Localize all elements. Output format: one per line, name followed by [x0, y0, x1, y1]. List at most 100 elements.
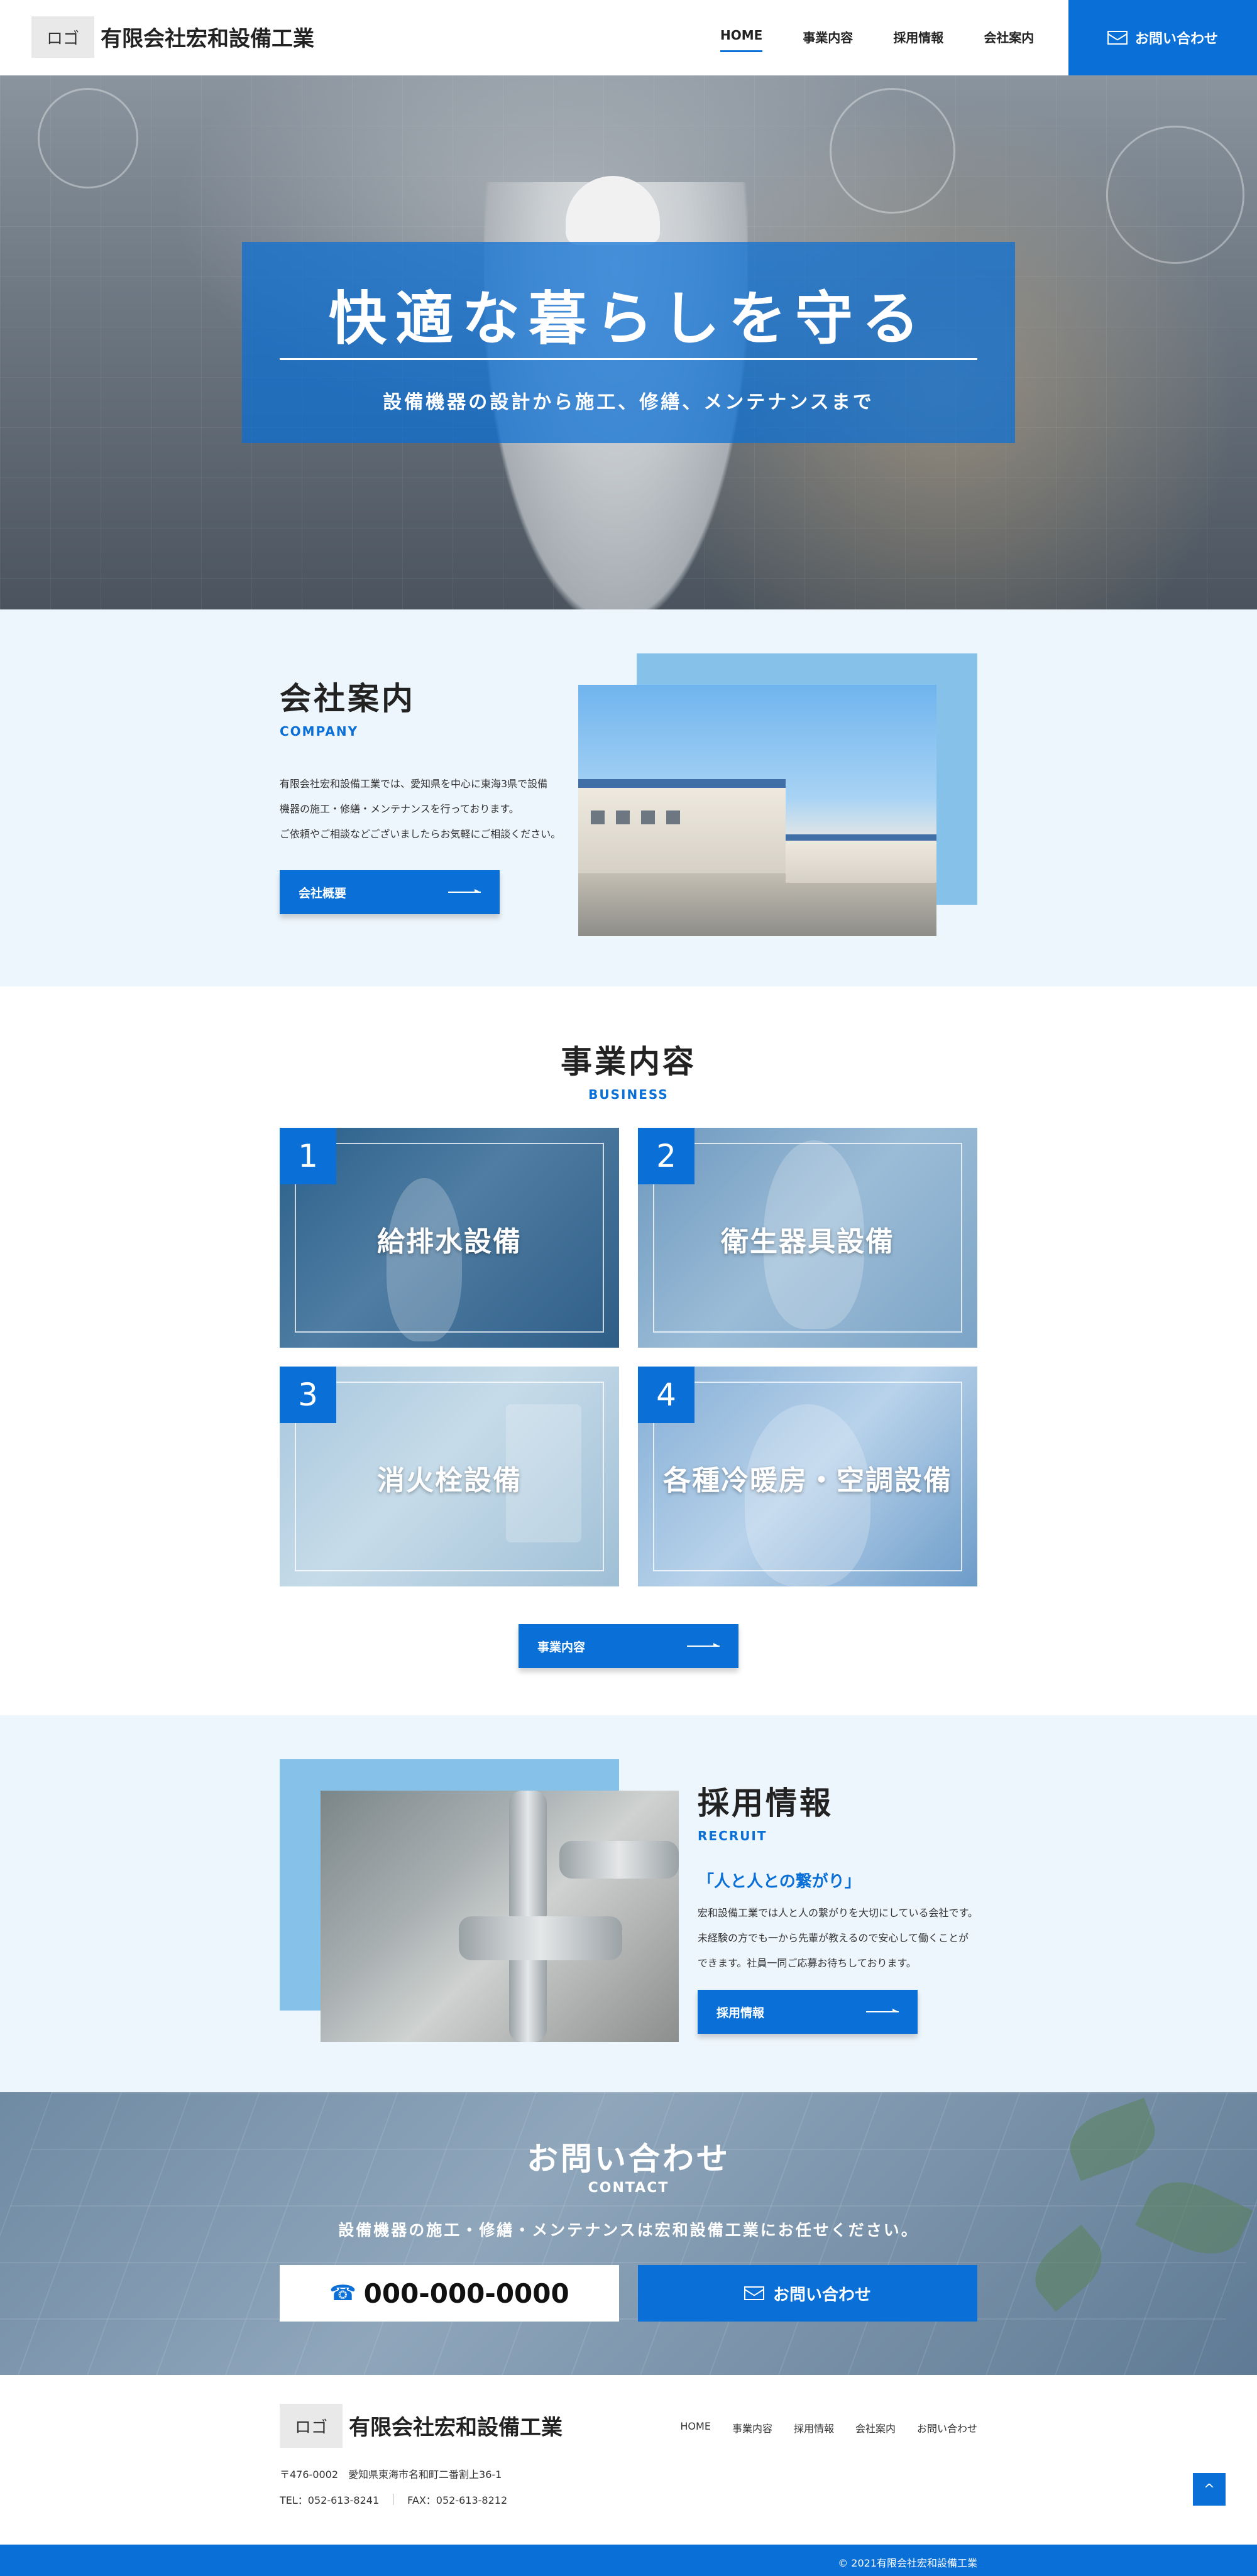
footer-nav-home[interactable]: HOME [680, 2420, 711, 2435]
hero-decor-circle [830, 88, 955, 214]
hero-title: 快適な暮らしを守る [328, 285, 928, 352]
chevron-up-icon: ^ [1203, 2481, 1216, 2497]
business-button-label: 事業内容 [537, 1640, 586, 1654]
card-label: 衛生器具設備 [721, 1226, 894, 1258]
header-contact-button[interactable]: お問い合わせ [1068, 0, 1257, 75]
recruit-text: 採用情報 RECRUIT 「人と人との繋がり」 宏和設備工業では人と人の繋がりを… [698, 1778, 999, 1976]
building-roof [578, 779, 786, 788]
contact-mail-label: お問い合わせ [772, 2285, 871, 2305]
copyright-bar: © 2021有限会社宏和設備工業 [0, 2545, 1257, 2576]
hero-divider [280, 358, 977, 360]
company-title: 会社案内 [280, 680, 415, 717]
pipe-shape [559, 1841, 679, 1879]
recruit-body-line: 宏和設備工業では人と人の繋がりを大切にしている会社です。 [698, 1907, 978, 1919]
card-label: 各種冷暖房・空調設備 [663, 1465, 952, 1497]
nav-item-company[interactable]: 会社案内 [984, 28, 1034, 52]
recruit-body: 宏和設備工業では人と人の繋がりを大切にしている会社です。 未経験の方でも一から先… [698, 1901, 999, 1976]
company-body-line: 有限会社宏和設備工業では、愛知県を中心に東海3県で設備 [280, 778, 548, 790]
building-roof [786, 834, 936, 841]
business-card-air-conditioning[interactable]: 4 各種冷暖房・空調設備 [638, 1367, 977, 1586]
company-overview-button[interactable]: 会社概要 [280, 870, 500, 914]
company-name[interactable]: 有限会社宏和設備工業 [101, 21, 314, 52]
footer-nav-company[interactable]: 会社案内 [855, 2420, 896, 2435]
arrow-right-icon [448, 889, 481, 893]
tel-button[interactable]: ☎ 000-000-0000 [280, 2265, 619, 2322]
footer-address: 〒476-0002 愛知県東海市名和町二番割上36-1 [280, 2469, 502, 2480]
footer-logo[interactable]: ロゴ [280, 2404, 343, 2448]
recruit-pipe-image [321, 1791, 679, 2042]
card-number: 2 [638, 1128, 694, 1184]
copyright-text: © 2021有限会社宏和設備工業 [838, 2557, 977, 2569]
building-window [591, 810, 605, 824]
recruit-body-line: できます。社員一同ご応募お待ちしております。 [698, 1957, 916, 1969]
building-window [666, 810, 680, 824]
logo[interactable]: ロゴ [31, 16, 94, 58]
hero-subtitle: 設備機器の設計から施工、修繕、メンテナンスまで [383, 391, 874, 413]
recruit-section: 採用情報 RECRUIT 「人と人との繋がり」 宏和設備工業では人と人の繋がりを… [0, 1715, 1257, 2092]
contact-section: お問い合わせ CONTACT 設備機器の施工・修繕・メンテナンスは宏和設備工業に… [0, 2092, 1257, 2375]
company-section: 会社案内 COMPANY 有限会社宏和設備工業では、愛知県を中心に東海3県で設備… [0, 609, 1257, 986]
hero-panel: 快適な暮らしを守る 設備機器の設計から施工、修繕、メンテナンスまで [242, 242, 1015, 443]
mail-icon [1107, 31, 1128, 45]
pipe-shape [459, 1916, 622, 1960]
site-header: ロゴ 有限会社宏和設備工業 HOME 事業内容 採用情報 会社案内 お問い合わせ [0, 0, 1257, 75]
recruit-lead: 「人と人との繋がり」 [698, 1872, 861, 1891]
company-text: 会社案内 COMPANY 有限会社宏和設備工業では、愛知県を中心に東海3県で設備… [280, 674, 581, 847]
recruit-title: 採用情報 [698, 1785, 833, 1821]
footer-phone-fax: TEL：052-613-8241 FAX：052-613-8212 [280, 2492, 507, 2507]
contact-description: 設備機器の施工・修繕・メンテナンスは宏和設備工業にお任せください。 [338, 2221, 919, 2239]
business-button[interactable]: 事業内容 [519, 1624, 738, 1668]
hero-decor-circle [1106, 126, 1244, 264]
company-subtitle: COMPANY [280, 724, 359, 739]
business-heading: 事業内容 BUSINESS [0, 1037, 1257, 1102]
building-window [641, 810, 655, 824]
arrow-right-icon [866, 2009, 899, 2012]
footer-nav-recruit[interactable]: 採用情報 [794, 2420, 834, 2435]
contact-subtitle: CONTACT [588, 2180, 669, 2196]
nav-item-business[interactable]: 事業内容 [803, 28, 853, 52]
mail-icon [744, 2286, 764, 2300]
page-top-button[interactable]: ^ [1193, 2473, 1226, 2506]
company-body-line: 機器の施工・修繕・メンテナンスを行っております。 [280, 803, 519, 815]
footer-nav-contact[interactable]: お問い合わせ [917, 2420, 977, 2435]
recruit-subtitle: RECRUIT [698, 1828, 767, 1843]
contact-title: お問い合わせ [527, 2141, 730, 2177]
business-subtitle: BUSINESS [588, 1087, 669, 1102]
nav-item-recruit[interactable]: 採用情報 [893, 28, 943, 52]
hero-decor-circle [38, 88, 138, 188]
footer-nav-business[interactable]: 事業内容 [732, 2420, 772, 2435]
business-card-hydrant[interactable]: 3 消火栓設備 [280, 1367, 619, 1586]
footer-nav: HOME 事業内容 採用情報 会社案内 お問い合わせ [680, 2420, 977, 2435]
building-shape [578, 785, 786, 873]
nav-item-home[interactable]: HOME [720, 28, 763, 52]
recruit-button[interactable]: 採用情報 [698, 1990, 918, 2034]
business-card-water[interactable]: 1 給排水設備 [280, 1128, 619, 1348]
card-label: 給排水設備 [377, 1226, 522, 1258]
card-number: 4 [638, 1367, 694, 1423]
company-building-image [578, 685, 936, 936]
card-number: 3 [280, 1367, 336, 1423]
tel-number: 000-000-0000 [363, 2278, 569, 2309]
card-number: 1 [280, 1128, 336, 1184]
footer-company-name[interactable]: 有限会社宏和設備工業 [349, 2410, 563, 2441]
company-overview-label: 会社概要 [299, 886, 347, 900]
arrow-right-icon [687, 1643, 720, 1647]
header-contact-label: お問い合わせ [1134, 31, 1218, 47]
building-shape [786, 839, 936, 883]
company-body: 有限会社宏和設備工業では、愛知県を中心に東海3県で設備 機器の施工・修繕・メンテ… [280, 772, 581, 847]
recruit-body-line: 未経験の方でも一から先輩が教えるので安心して働くことが [698, 1932, 969, 1944]
footer-fax: FAX：052-613-8212 [407, 2494, 508, 2506]
company-body-line: ご依頼やご相談などございましたらお気軽にご相談ください。 [280, 828, 561, 840]
hero: 快適な暮らしを守る 設備機器の設計から施工、修繕、メンテナンスまで [0, 75, 1257, 609]
building-window [616, 810, 630, 824]
site-footer: ロゴ 有限会社宏和設備工業 HOME 事業内容 採用情報 会社案内 お問い合わせ… [0, 2375, 1257, 2545]
card-label: 消火栓設備 [377, 1465, 522, 1497]
business-card-sanitary[interactable]: 2 衛生器具設備 [638, 1128, 977, 1348]
business-section: 事業内容 BUSINESS 1 給排水設備 2 衛生器具設備 3 消火栓設備 4… [0, 986, 1257, 1715]
footer-tel: TEL：052-613-8241 [280, 2494, 380, 2506]
contact-mail-button[interactable]: お問い合わせ [638, 2265, 977, 2322]
phone-icon: ☎ [329, 2281, 356, 2306]
business-title: 事業内容 [561, 1044, 696, 1080]
main-nav: HOME 事業内容 採用情報 会社案内 [720, 28, 1074, 52]
recruit-button-label: 採用情報 [716, 2006, 765, 2020]
